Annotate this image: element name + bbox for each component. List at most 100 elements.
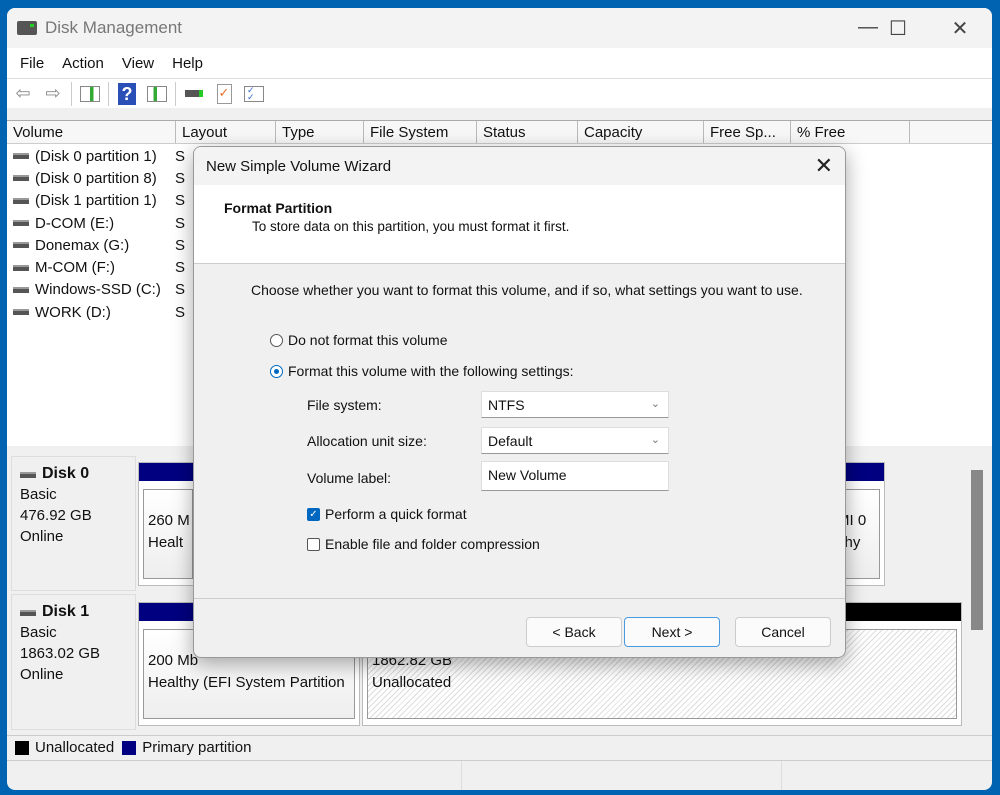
column-status[interactable]: Status [477,121,578,143]
drive-icon [13,265,29,271]
primary-swatch [122,741,136,755]
volume-label-label: Volume label: [307,470,391,486]
next-button[interactable]: Next > [624,617,720,647]
properties-icon[interactable]: ✓ [212,83,236,105]
vertical-scrollbar[interactable] [971,470,983,630]
volume-layout: S [175,281,185,298]
disk-status: Online [20,664,127,685]
legend-primary: Primary partition [142,739,251,756]
action-pane-icon[interactable] [145,83,169,105]
disk-name: Disk 0 [42,465,89,482]
volume-layout: S [175,170,185,187]
toolbar: ⇦ ⇨ ? ✓ ✓✓ [7,78,992,108]
dialog-close-button[interactable]: ✕ [815,153,833,179]
volume-name: D-COM (E:) [35,215,114,232]
menu-view[interactable]: View [113,55,163,72]
status-bar [7,760,992,790]
partition-status: Healt [148,532,188,554]
disk-name: Disk 1 [42,603,89,620]
radio-label: Do not format this volume [288,332,448,348]
page-subheading: To store data on this partition, you mus… [224,219,845,234]
radio-circle-selected[interactable] [270,365,283,378]
allocation-unit-select[interactable]: Default ⌄ [481,427,669,454]
forward-icon[interactable]: ⇨ [41,83,65,105]
window-title: Disk Management [45,18,182,38]
drive-icon [13,175,29,181]
column-type[interactable]: Type [276,121,364,143]
dialog-title-bar: New Simple Volume Wizard [194,147,845,185]
connect-icon[interactable] [182,83,206,105]
drive-icon [13,198,29,204]
drive-icon [13,220,29,226]
volume-layout: S [175,304,185,321]
file-system-select[interactable]: NTFS ⌄ [481,391,669,418]
disk-type: Basic [20,622,127,643]
checkbox-label: Enable file and folder compression [325,536,540,552]
cancel-button[interactable]: Cancel [735,617,831,647]
volume-layout: S [175,192,185,209]
help-icon[interactable]: ? [115,83,139,105]
disk-1-info[interactable]: Disk 1 Basic 1863.02 GB Online [11,594,136,730]
console-tree-icon[interactable] [78,83,102,105]
dialog-title: New Simple Volume Wizard [206,158,391,175]
partition-size: 260 M [148,510,188,532]
disk-management-icon [17,21,37,35]
volume-name: (Disk 0 partition 1) [35,148,157,165]
chevron-down-icon: ⌄ [651,397,660,410]
checkbox-unchecked-icon[interactable] [307,538,320,551]
disk-0-info[interactable]: Disk 0 Basic 476.92 GB Online [11,456,136,591]
column-file-system[interactable]: File System [364,121,477,143]
menu-action[interactable]: Action [53,55,113,72]
menu-file[interactable]: File [11,55,53,72]
close-button[interactable]: ✕ [937,16,983,41]
volume-name: (Disk 1 partition 1) [35,192,157,209]
volume-label-input[interactable]: New Volume [481,461,669,491]
drive-icon [13,287,29,293]
back-button[interactable]: < Back [526,617,622,647]
column-capacity[interactable]: Capacity [578,121,704,143]
dialog-header: Format Partition To store data on this p… [194,185,845,264]
disk-type: Basic [20,484,127,505]
checklist-icon[interactable]: ✓✓ [242,83,266,105]
allocation-unit-label: Allocation unit size: [307,433,427,449]
page-heading: Format Partition [224,200,845,216]
title-bar: Disk Management — ☐ ✕ [7,8,992,48]
volume-name: WORK (D:) [35,304,111,321]
disk-status: Online [20,526,127,547]
legend: Unallocated Primary partition [7,735,992,759]
volume-layout: S [175,215,185,232]
partition-status: Healthy (EFI System Partition [148,672,350,694]
column-free-space[interactable]: Free Sp... [704,121,791,143]
compression-checkbox[interactable]: Enable file and folder compression [307,536,540,552]
maximize-button[interactable]: ☐ [875,16,921,41]
drive-icon [13,309,29,315]
volume-name: Windows-SSD (C:) [35,281,161,298]
quick-format-checkbox[interactable]: ✓ Perform a quick format [307,506,467,522]
do-not-format-radio[interactable]: Do not format this volume [270,332,448,348]
volume-label-value: New Volume [488,467,567,483]
volume-name: M-COM (F:) [35,259,115,276]
file-system-value: NTFS [488,397,525,413]
radio-circle[interactable] [270,334,283,347]
menu-help[interactable]: Help [163,55,212,72]
disk-0-partition[interactable]: 260 MHealt [138,462,198,586]
toolbar-divider [71,82,72,106]
disk-size: 1863.02 GB [20,643,127,664]
back-icon[interactable]: ⇦ [11,83,35,105]
volume-name: Donemax (G:) [35,237,129,254]
column-layout[interactable]: Layout [176,121,276,143]
volume-layout: S [175,259,185,276]
volume-name: (Disk 0 partition 8) [35,170,157,187]
chevron-down-icon: ⌄ [651,433,660,446]
menu-bar: File Action View Help [7,48,992,78]
column-volume[interactable]: Volume [7,121,176,143]
volume-layout: S [175,237,185,254]
checkbox-checked-icon[interactable]: ✓ [307,508,320,521]
new-simple-volume-wizard: New Simple Volume Wizard ✕ Format Partit… [193,146,846,658]
toolbar-divider [108,82,109,106]
column-percent-free[interactable]: % Free [791,121,910,143]
format-volume-radio[interactable]: Format this volume with the following se… [270,363,574,379]
allocation-unit-value: Default [488,433,532,449]
drive-icon [20,610,36,616]
checkbox-label: Perform a quick format [325,506,467,522]
